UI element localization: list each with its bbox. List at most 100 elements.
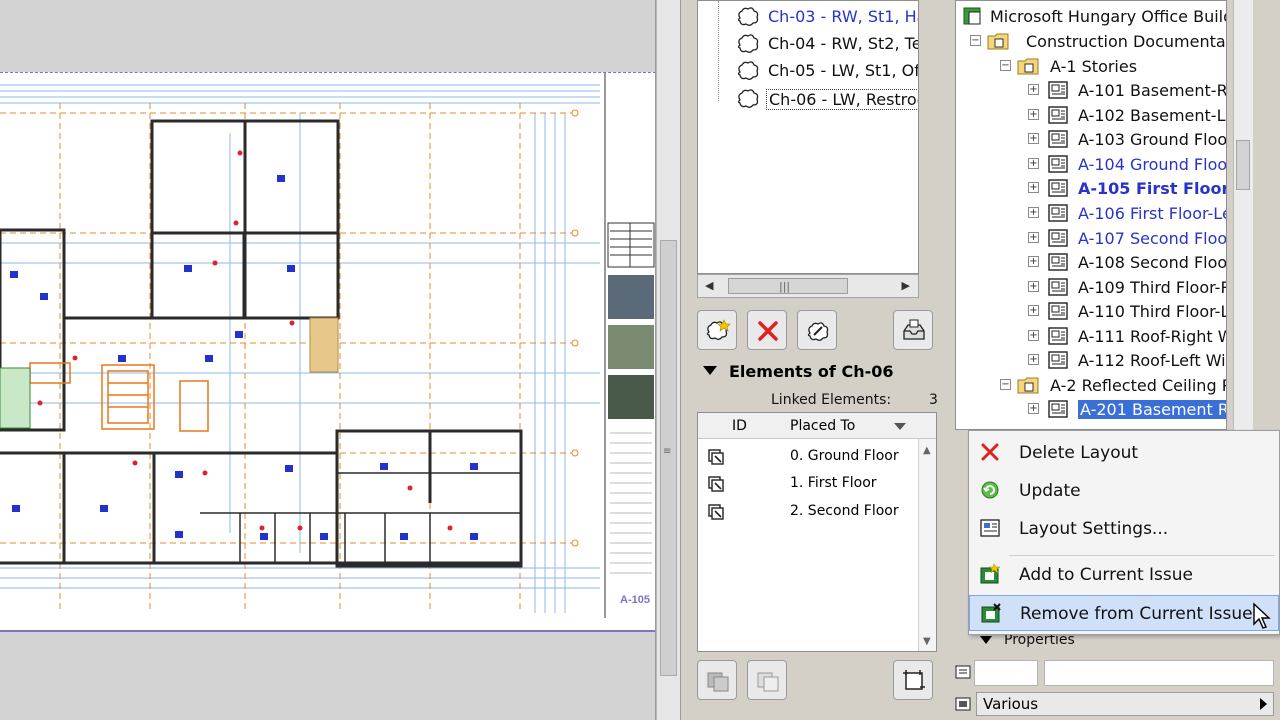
collapse-triangle-icon[interactable] bbox=[703, 366, 717, 375]
navigator-scrollbar[interactable] bbox=[1233, 0, 1253, 430]
elements-title: Elements of Ch-06 bbox=[729, 362, 894, 381]
layout-book-icon bbox=[963, 7, 981, 25]
issue-item[interactable]: Ch-05 - LW, St1, Office bbox=[698, 58, 918, 85]
add-issue-icon bbox=[980, 563, 1001, 584]
delete-issue-button[interactable] bbox=[747, 310, 787, 350]
scroll-down-arrow-icon[interactable]: ▼ bbox=[923, 636, 931, 647]
issue-manager-button[interactable] bbox=[893, 310, 933, 350]
table-row[interactable]: 0. Ground Floor bbox=[698, 443, 920, 471]
expand-icon[interactable]: + bbox=[1028, 84, 1039, 95]
table-row[interactable]: 1. First Floor bbox=[698, 470, 920, 498]
update-icon bbox=[981, 481, 999, 499]
expand-icon[interactable]: + bbox=[1028, 354, 1039, 365]
expand-icon[interactable]: + bbox=[1028, 109, 1039, 120]
collapse-icon[interactable]: − bbox=[1000, 60, 1011, 71]
new-issue-button[interactable] bbox=[697, 310, 737, 350]
issue-list[interactable]: Ch-03 - RW, St1, Hanc Ch-04 - RW, St2, T… bbox=[697, 0, 919, 274]
tray-icon bbox=[903, 319, 925, 340]
linked-elements-label: Linked Elements: bbox=[771, 392, 892, 408]
placed-to-cell: 1. First Floor bbox=[790, 475, 877, 491]
collapse-icon[interactable]: − bbox=[970, 35, 981, 46]
menu-item-add-to-issue[interactable]: Add to Current Issue bbox=[969, 557, 1279, 593]
layout-id-field[interactable] bbox=[974, 660, 1038, 686]
tree-label: A-107 Second Floor-Rig bbox=[1078, 229, 1227, 248]
expand-icon[interactable]: + bbox=[1028, 133, 1039, 144]
table-row[interactable]: 2. Second Floor bbox=[698, 498, 920, 526]
table-header[interactable]: ID Placed To bbox=[698, 413, 936, 439]
layout-book-tree[interactable]: Microsoft Hungary Office Building − Cons… bbox=[955, 0, 1227, 430]
tree-label: A-101 Basement-Right bbox=[1078, 81, 1227, 100]
tree-label: Construction Documentation bbox=[1026, 32, 1226, 51]
expand-icon[interactable]: + bbox=[1028, 256, 1039, 267]
layout-icon bbox=[1048, 106, 1068, 124]
tree-label: A-106 First Floor-Left V bbox=[1078, 204, 1226, 223]
delete-x-icon bbox=[981, 443, 999, 461]
elements-section-header[interactable]: Elements of Ch-06 bbox=[703, 362, 893, 381]
issue-label: Ch-04 - RW, St2, Tea k bbox=[768, 34, 918, 53]
expand-icon[interactable]: + bbox=[1028, 182, 1039, 193]
folder-icon bbox=[1017, 377, 1039, 394]
scroll-right-arrow-icon[interactable]: ▶ bbox=[902, 279, 910, 292]
menu-item-remove-from-issue[interactable]: Remove from Current Issue bbox=[969, 595, 1279, 631]
collapse-icon[interactable]: − bbox=[1000, 379, 1011, 390]
linked-element-icon bbox=[708, 449, 724, 465]
layout-id-icon bbox=[955, 665, 971, 679]
tree-label: A-2 Reflected Ceiling Plans bbox=[1050, 376, 1226, 395]
linked-elements-count: 3 bbox=[929, 392, 938, 408]
expand-icon[interactable]: + bbox=[1028, 330, 1039, 341]
menu-item-update[interactable]: Update bbox=[969, 473, 1279, 509]
cloud-settings-icon bbox=[807, 322, 829, 341]
expand-icon[interactable]: + bbox=[1028, 158, 1039, 169]
select-elements-button[interactable] bbox=[893, 660, 933, 700]
menu-separator bbox=[1009, 555, 1275, 556]
issue-item[interactable]: Ch-03 - RW, St1, Hanc bbox=[698, 4, 918, 31]
layout-icon bbox=[1048, 179, 1068, 197]
expand-icon[interactable]: + bbox=[1028, 305, 1039, 316]
delete-x-icon bbox=[758, 321, 778, 341]
scrollbar-thumb[interactable] bbox=[1236, 140, 1250, 190]
linked-element-icon bbox=[708, 476, 724, 492]
menu-item-layout-settings[interactable]: Layout Settings... bbox=[969, 511, 1279, 547]
issues-panel: Ch-03 - RW, St1, Hanc Ch-04 - RW, St2, T… bbox=[680, 0, 950, 720]
issue-item-selected[interactable]: Ch-06 - LW, Restrooms bbox=[698, 86, 918, 113]
collapse-triangle-icon[interactable] bbox=[980, 636, 992, 644]
layout-icon bbox=[1048, 302, 1068, 320]
dropdown-value: Various bbox=[983, 695, 1039, 713]
issue-list-hscrollbar[interactable]: ◀ ||| ▶ bbox=[697, 274, 919, 298]
col-header-placed-to[interactable]: Placed To bbox=[790, 418, 855, 434]
elements-table[interactable]: ID Placed To 0. Ground Floor 1. First Fl… bbox=[697, 412, 937, 652]
layout-icon bbox=[1048, 229, 1068, 247]
menu-label: Delete Layout bbox=[1019, 443, 1139, 463]
expand-icon[interactable]: + bbox=[1028, 232, 1039, 243]
unlink-elements-button[interactable] bbox=[747, 660, 787, 700]
elements-table-scrollbar[interactable]: ▲ ▼ bbox=[918, 439, 936, 651]
tree-label: A-201 Basement RCP-R bbox=[1078, 400, 1226, 419]
expand-icon[interactable]: + bbox=[1028, 403, 1039, 414]
select-frame-icon bbox=[903, 670, 925, 690]
new-cloud-icon bbox=[706, 319, 731, 340]
expand-icon[interactable]: + bbox=[1028, 281, 1039, 292]
col-header-id[interactable]: ID bbox=[732, 418, 747, 434]
menu-label: Remove from Current Issue bbox=[1020, 604, 1253, 624]
revision-cloud-icon bbox=[737, 89, 759, 108]
layout-canvas[interactable]: A-105 bbox=[0, 0, 656, 720]
issue-item[interactable]: Ch-04 - RW, St2, Tea k bbox=[698, 31, 918, 58]
dropdown-arrow-icon bbox=[1260, 698, 1267, 710]
master-layout-icon bbox=[955, 697, 971, 711]
sort-arrow-icon[interactable] bbox=[894, 423, 906, 430]
menu-item-delete-layout[interactable]: Delete Layout bbox=[969, 435, 1279, 471]
element-group-icon bbox=[707, 672, 729, 692]
tree-label: A-105 First Floor-Ri bbox=[1078, 179, 1226, 198]
layout-icon bbox=[1048, 81, 1068, 99]
canvas-vertical-scrollbar[interactable]: ≡ bbox=[656, 0, 680, 720]
tree-label: Microsoft Hungary Office Building bbox=[990, 7, 1226, 26]
scrollbar-thumb[interactable]: ||| bbox=[728, 278, 848, 294]
master-layout-dropdown[interactable]: Various bbox=[976, 692, 1274, 716]
scroll-up-arrow-icon[interactable]: ▲ bbox=[923, 445, 931, 456]
scroll-left-arrow-icon[interactable]: ◀ bbox=[705, 279, 713, 292]
issue-settings-button[interactable] bbox=[797, 310, 837, 350]
expand-icon[interactable]: + bbox=[1028, 207, 1039, 218]
highlight-elements-button[interactable] bbox=[697, 660, 737, 700]
layout-name-field[interactable] bbox=[1044, 660, 1274, 686]
scrollbar-grip-icon: ||| bbox=[779, 280, 791, 293]
